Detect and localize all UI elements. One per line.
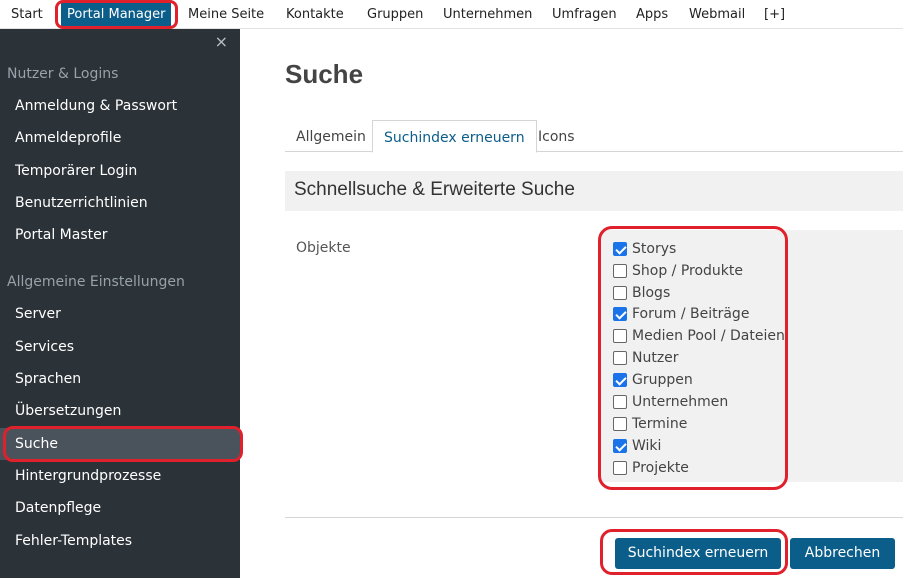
panel-header: Schnellsuche & Erweiterte Suche — [285, 171, 903, 211]
close-icon[interactable]: × — [215, 32, 228, 51]
sidebar-item-portal-master[interactable]: Portal Master — [15, 227, 107, 243]
nav-add[interactable]: [+] — [764, 0, 785, 29]
sidebar-section-nutzer: Nutzer & Logins — [7, 66, 119, 82]
sidebar-item-temporaerer-login[interactable]: Temporärer Login — [15, 163, 137, 179]
tab-suchindex-erneuern[interactable]: Suchindex erneuern — [372, 120, 537, 153]
nav-unternehmen[interactable]: Unternehmen — [443, 0, 532, 29]
tab-icons[interactable]: Icons — [527, 120, 586, 152]
nav-umfragen[interactable]: Umfragen — [552, 0, 617, 29]
page-title: Suche — [285, 59, 364, 89]
nav-kontakte[interactable]: Kontakte — [286, 0, 344, 29]
sidebar-item-benutzerrichtlinien[interactable]: Benutzerrichtlinien — [15, 195, 148, 211]
sidebar-item-anmeldeprofile[interactable]: Anmeldeprofile — [15, 130, 121, 146]
sidebar: × Nutzer & Logins Anmeldung & Passwort A… — [0, 29, 240, 578]
sidebar-item-hintergrundprozesse[interactable]: Hintergrundprozesse — [15, 468, 161, 484]
sidebar-item-sprachen[interactable]: Sprachen — [15, 371, 81, 387]
sidebar-item-anmeldung[interactable]: Anmeldung & Passwort — [15, 98, 177, 114]
nav-start[interactable]: Start — [11, 0, 43, 29]
sidebar-item-uebersetzungen[interactable]: Übersetzungen — [15, 403, 121, 419]
divider — [285, 517, 903, 518]
highlight-suchindex-button — [600, 529, 788, 575]
sidebar-item-datenpflege[interactable]: Datenpflege — [15, 500, 101, 516]
highlight-portal-manager — [55, 0, 178, 29]
highlight-checkboxes — [598, 226, 788, 490]
objects-label: Objekte — [296, 240, 351, 256]
panel-title: Schnellsuche & Erweiterte Suche — [294, 179, 575, 200]
sidebar-section-allgemein: Allgemeine Einstellungen — [7, 274, 185, 290]
highlight-suche — [3, 426, 243, 462]
nav-gruppen[interactable]: Gruppen — [367, 0, 423, 29]
tab-allgemein[interactable]: Allgemein — [285, 120, 377, 152]
sidebar-item-services[interactable]: Services — [15, 339, 74, 355]
tab-bar: Allgemein Suchindex erneuern Icons — [285, 120, 903, 153]
nav-apps[interactable]: Apps — [636, 0, 668, 29]
sidebar-item-fehler-templates[interactable]: Fehler-Templates — [15, 533, 132, 549]
nav-webmail[interactable]: Webmail — [689, 0, 745, 29]
sidebar-item-server[interactable]: Server — [15, 306, 61, 322]
abbrechen-button[interactable]: Abbrechen — [790, 538, 895, 569]
nav-meine-seite[interactable]: Meine Seite — [188, 0, 264, 29]
